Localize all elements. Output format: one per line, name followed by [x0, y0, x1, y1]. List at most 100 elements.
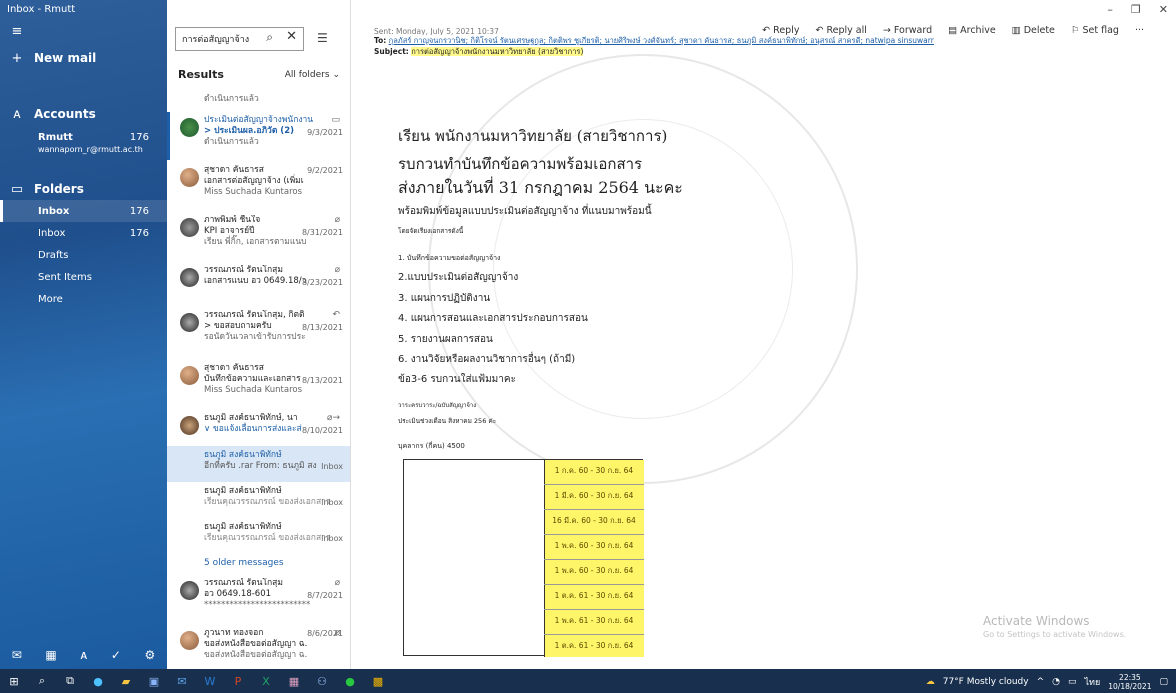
- calendar-icon[interactable]: ▦: [45, 648, 56, 662]
- excel-icon[interactable]: X: [252, 675, 280, 688]
- attachment-icon: ⌀: [334, 265, 340, 275]
- folder-label: Inbox: [38, 205, 70, 217]
- folder-label: More: [38, 293, 63, 305]
- task-view-icon[interactable]: ⧉: [56, 674, 84, 688]
- search-icon[interactable]: ⌕: [266, 30, 273, 45]
- search-icon[interactable]: ⌕: [28, 674, 56, 688]
- minimize-button[interactable]: –: [1107, 3, 1113, 16]
- message-date: 8/31/2021: [301, 228, 343, 237]
- accounts-header[interactable]: ᴀ Accounts: [0, 103, 167, 125]
- people-icon[interactable]: ⚇: [308, 675, 336, 688]
- list-item[interactable]: ธนภูมิ สงค์ธนาพิทักษ์ เรียนคุณวรรณภรณ์ ขอ…: [167, 518, 350, 554]
- list-item[interactable]: สุชาดา คันธารส บันทึกข้อความและเอกสาร Miss…: [167, 360, 350, 408]
- folder-drafts[interactable]: Drafts: [0, 244, 167, 266]
- powerpoint-icon[interactable]: P: [224, 675, 252, 688]
- message-sender: ประเมินต่อสัญญาจ้างพนักงาน: [204, 115, 314, 125]
- account-rmutt[interactable]: Rmutt wannaporn_r@rmutt.ac.th 176: [0, 128, 167, 162]
- close-icon[interactable]: ✕: [286, 29, 297, 44]
- volume-icon[interactable]: ◔: [1052, 677, 1060, 687]
- note-1: วาระครบวาระ/ฉบับสัญญาจ้าง: [398, 402, 477, 409]
- folders-header[interactable]: ▭ Folders: [0, 178, 167, 200]
- all-folders-dropdown[interactable]: All folders ⌄: [285, 70, 340, 80]
- notification-icon[interactable]: ▢: [1159, 677, 1168, 687]
- message-sender: วรรณภรณ์ รัตนโกสุม, กิตติ: [204, 310, 305, 320]
- all-folders-label: All folders: [284, 70, 330, 80]
- more-actions-button[interactable]: ···: [1135, 25, 1144, 36]
- forward-icon: ⌀→: [327, 413, 340, 423]
- people-icon[interactable]: ᴀ: [80, 648, 87, 662]
- photo-app-icon[interactable]: ▩: [364, 675, 392, 688]
- message-subject: ขอส่งหนังสือขอต่อสัญญา ฉ.: [204, 639, 308, 649]
- body-line-2: รบกวนทำบันทึกข้อความพร้อมเอกสาร: [398, 155, 643, 173]
- file-explorer-icon[interactable]: ▰: [112, 675, 140, 688]
- new-mail-button[interactable]: + New mail: [0, 45, 167, 71]
- list-item[interactable]: ธนภูมิ สงค์ธนาพิทักษ์ อีกที่ครับ .rar Fro…: [167, 446, 350, 482]
- list-item[interactable]: ธนภูมิ สงค์ธนาพิทักษ์ เรียนคุณวรรณภรณ์ ขอ…: [167, 482, 350, 518]
- budget-line: บุคลากร (กี่คน) 4500: [398, 442, 465, 450]
- store-icon[interactable]: ▣: [140, 675, 168, 688]
- recipients[interactable]: กุลภัสร์ กาญจนกรวานิช; กิติโรจน์ รัตนเศร…: [389, 36, 934, 45]
- list-item[interactable]: สุชาดา คันธารส เอกสารต่อสัญญาจ้าง (เพิ่มเ…: [167, 162, 350, 210]
- weather-text[interactable]: 77°F Mostly cloudy: [943, 677, 1029, 687]
- message-date: 9/3/2021: [307, 128, 343, 137]
- settings-icon[interactable]: ⚙: [144, 648, 155, 662]
- mail-icon[interactable]: ✉: [12, 648, 22, 662]
- hamburger-button[interactable]: ≡: [0, 20, 167, 42]
- mail-icon[interactable]: ✉: [168, 675, 196, 688]
- list-item[interactable]: วรรณภรณ์ รัตนโกสุม อว 0649.18-601 ********…: [167, 575, 350, 623]
- attachment-icon: ⌀: [334, 215, 340, 225]
- list-item[interactable]: ภาพพิมพ์ ชื่นใจ KPI อาจารย์ปี เรียน พี่กิ๊…: [167, 212, 350, 260]
- older-messages-link[interactable]: 5 older messages: [204, 558, 284, 568]
- list-item[interactable]: ภูวนาท ทองจอก ขอส่งหนังสือขอต่อสัญญา ฉ. ขอ…: [167, 625, 350, 669]
- keyboard-icon[interactable]: ▭: [1068, 677, 1077, 687]
- folder-more[interactable]: More: [0, 288, 167, 310]
- message-date: 8/6/2021: [307, 629, 343, 638]
- message-sender: ธนภูมิ สงค์ธนาพิทักษ์: [204, 522, 282, 532]
- body-line-1: เรียน พนักงานมหาวิทยาลัย (สายวิชาการ): [398, 127, 668, 145]
- edge-icon[interactable]: ●: [84, 675, 112, 688]
- body-line-4: พร้อมพิมพ์ข้อมูลแบบประเมินต่อสัญญาจ้าง ท…: [398, 206, 652, 217]
- search-input[interactable]: การต่อสัญญาจ้าง ⌕ ✕: [175, 27, 304, 51]
- list-item[interactable]: วรรณภรณ์ รัตนโกสุม, กิตติ > ขอสอบถามครับร…: [167, 307, 350, 355]
- folder-inbox-1[interactable]: Inbox 176: [0, 200, 167, 222]
- list-item[interactable]: วรรณภรณ์ รัตนโกสุม เอกสารแนบ อว 0649.18/ว…: [167, 262, 350, 310]
- folder-sent-items[interactable]: Sent Items: [0, 266, 167, 288]
- todo-icon[interactable]: ✓: [111, 648, 121, 662]
- message-preview: ดำเนินการแล้ว: [204, 94, 259, 104]
- list-item[interactable]: ดำเนินการแล้ว: [167, 84, 350, 112]
- message-date: 8/13/2021: [301, 376, 343, 385]
- message-folder: Inbox: [321, 462, 343, 471]
- close-button[interactable]: ✕: [1159, 3, 1168, 16]
- message-body: เรียน พนักงานมหาวิทยาลัย (สายวิชาการ) รบ…: [398, 54, 938, 669]
- word-icon[interactable]: W: [196, 675, 224, 688]
- maximize-button[interactable]: ❐: [1131, 3, 1141, 16]
- avatar: [180, 581, 199, 600]
- archive-button[interactable]: ▤ Archive: [948, 25, 996, 36]
- windows-start-icon[interactable]: ⊞: [0, 675, 28, 688]
- note-2: ประเมินช่วงเดือน สิงหาคม 256 ค่ะ: [398, 417, 497, 425]
- table-cell: 16 มี.ค. 60 - 30 ก.ย. 64: [544, 509, 644, 531]
- body-line-3: ส่งภายในวันที่ 31 กรกฎาคม 2564 นะคะ: [398, 178, 683, 197]
- message-date: 8/10/2021: [301, 426, 343, 435]
- doc-item-7: ข้อ3-6 รบกวนใส่แฟ้มมาคะ: [398, 374, 516, 385]
- language-indicator[interactable]: ไทย: [1085, 675, 1101, 689]
- clock[interactable]: 22:35 10/18/2021: [1108, 673, 1151, 691]
- message-preview: ดำเนินการแล้ว: [204, 137, 259, 147]
- app-icon[interactable]: ▦: [280, 675, 308, 688]
- list-item[interactable]: ธนภูมิ สงค์ธนาพิทักษ์, นา ∨ ขอแจ้งเลื่อนก…: [167, 410, 350, 446]
- line-icon[interactable]: ●: [336, 675, 364, 688]
- list-item[interactable]: ประเมินต่อสัญญาจ้างพนักงาน > ประเมินผล.อภ…: [167, 112, 350, 160]
- delete-button[interactable]: ▥ Delete: [1012, 25, 1055, 36]
- avatar: [180, 168, 199, 187]
- filter-icon[interactable]: ☰: [317, 31, 328, 45]
- system-tray: ☁ 77°F Mostly cloudy ^ ◔ ▭ ไทย 22:35 10/1…: [926, 673, 1168, 691]
- selected-indicator: [0, 200, 3, 222]
- set-flag-button[interactable]: ⚐ Set flag: [1071, 25, 1119, 36]
- folder-label: Inbox: [38, 227, 66, 239]
- message-preview: Miss Suchada Kuntaros: [204, 385, 303, 395]
- account-name: Rmutt: [38, 132, 73, 143]
- folder-inbox-2[interactable]: Inbox 176: [0, 222, 167, 244]
- chevron-up-icon[interactable]: ^: [1037, 677, 1045, 687]
- avatar: [180, 366, 199, 385]
- message-preview: รอนัดวันเวลาเข้ารับการประ: [204, 332, 306, 342]
